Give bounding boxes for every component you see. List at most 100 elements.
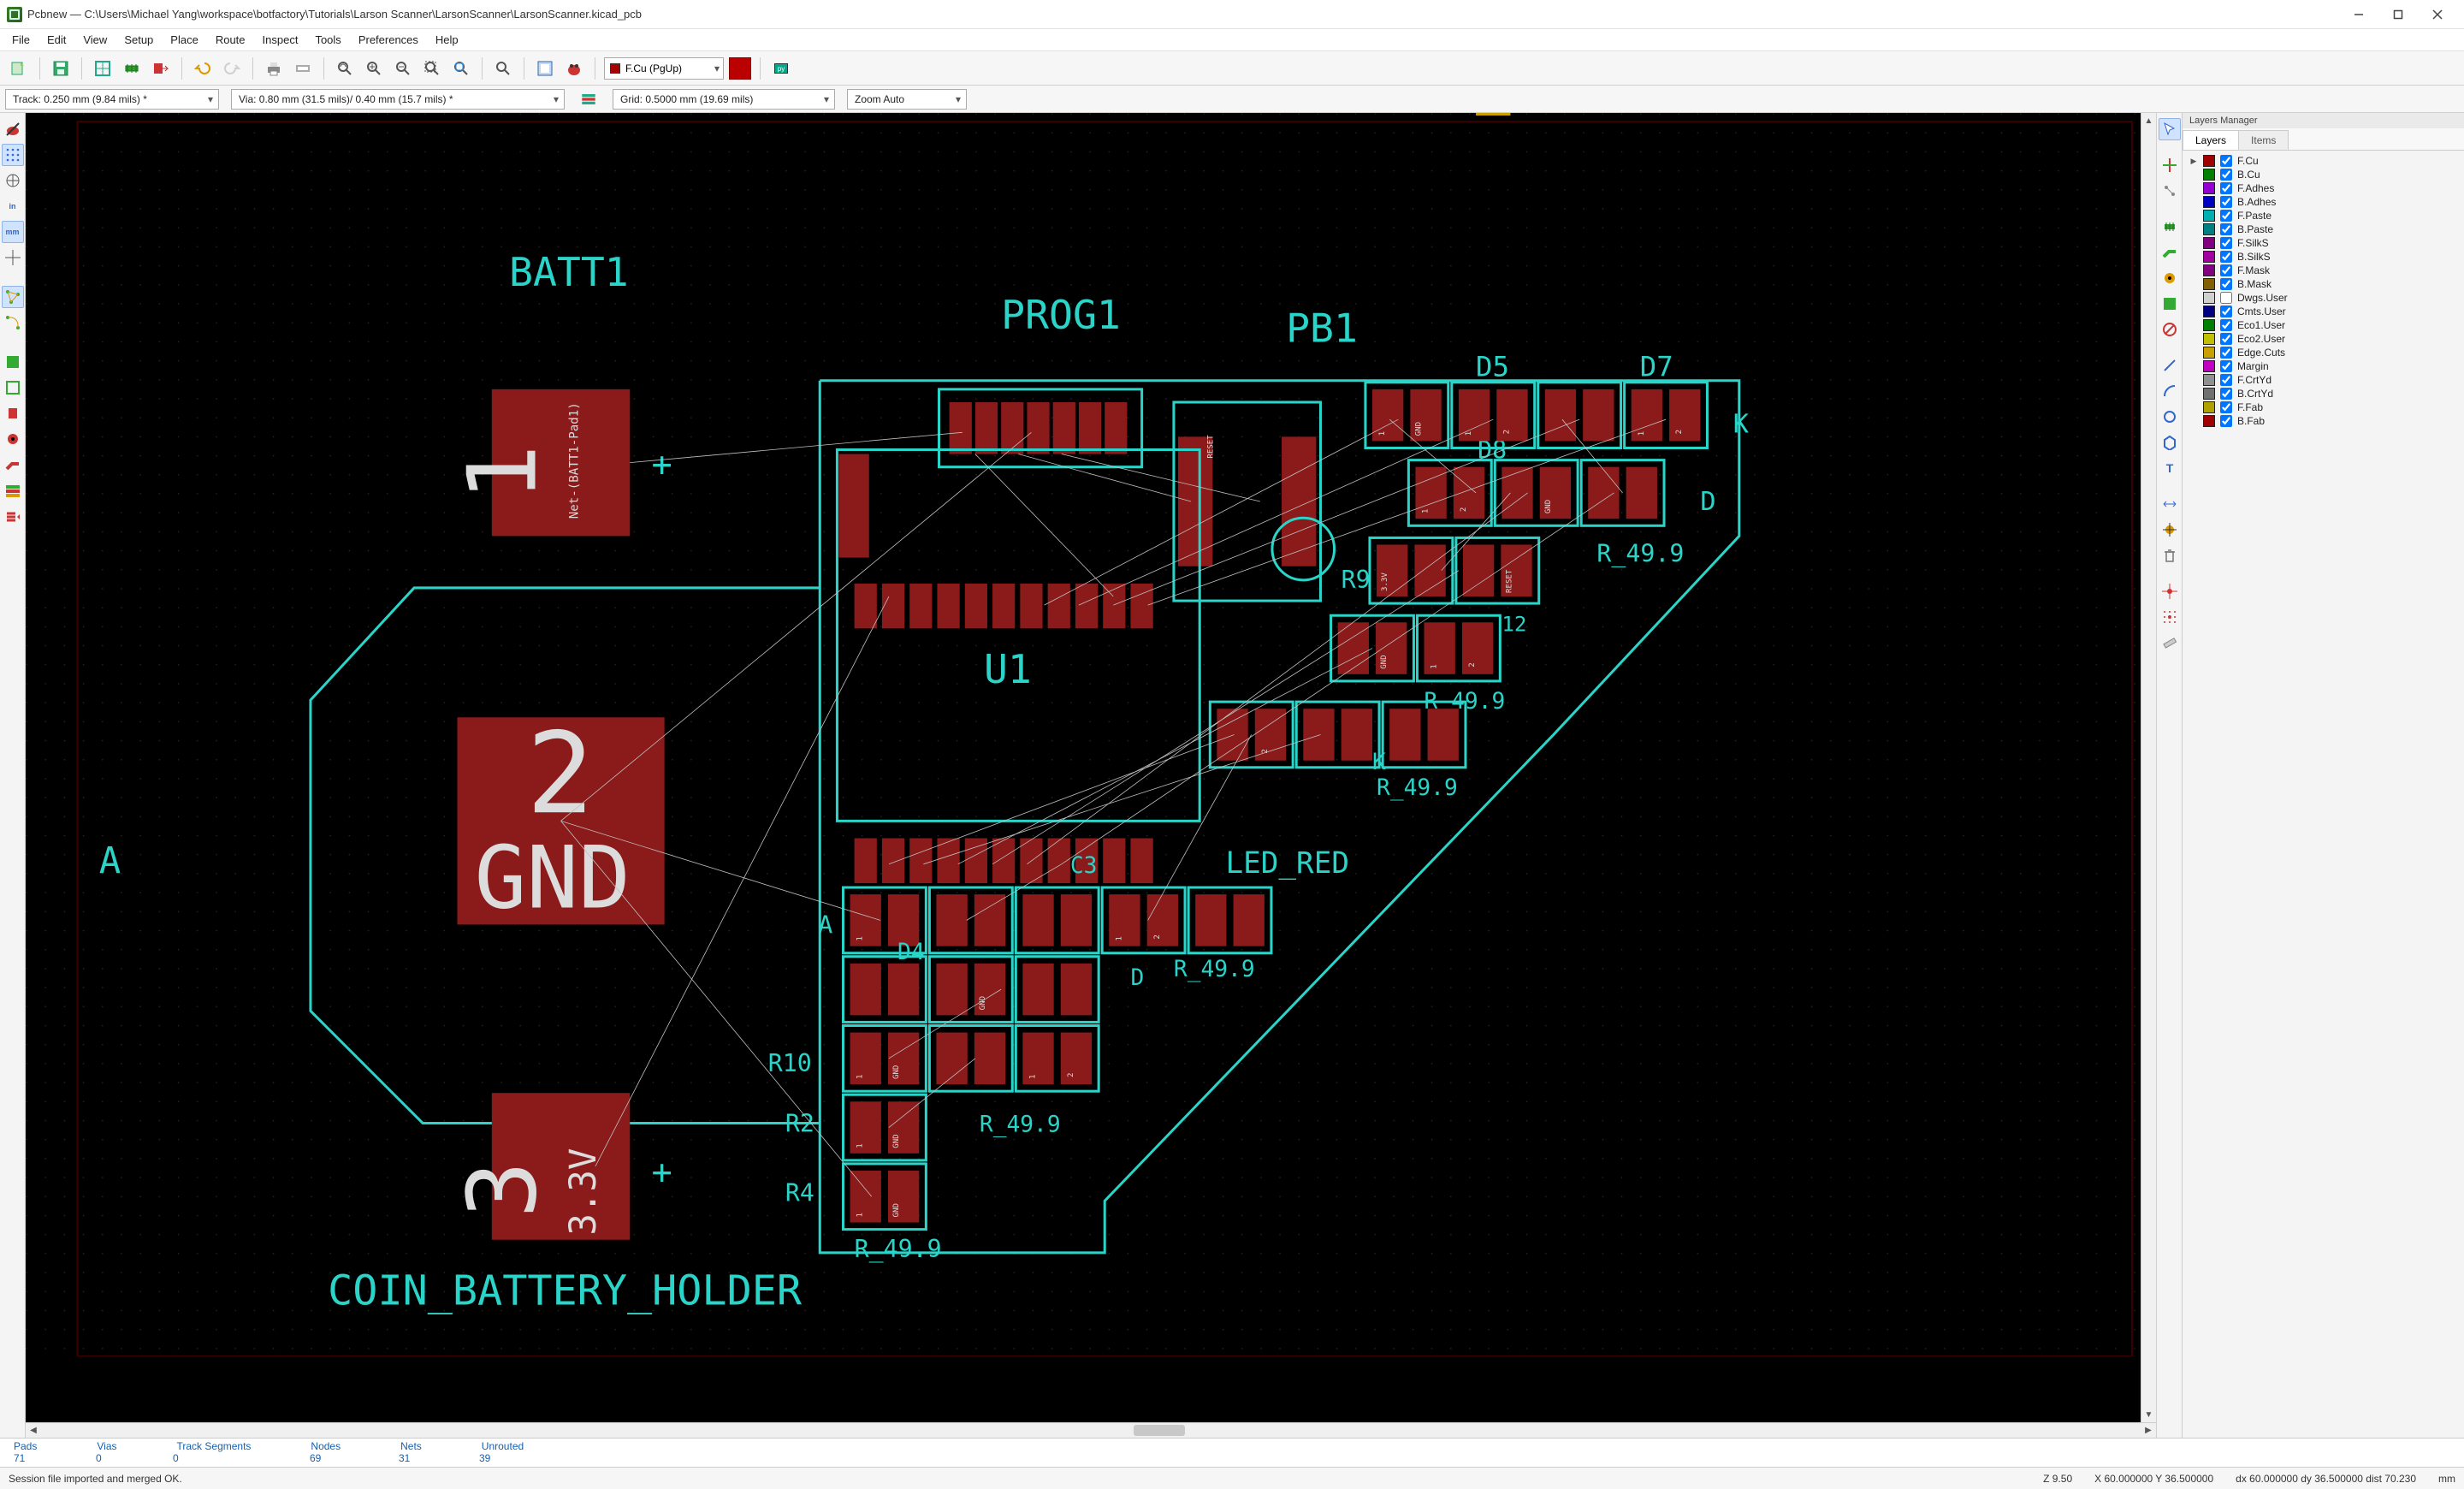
add-via-button[interactable] — [2159, 267, 2181, 289]
grid-origin-button[interactable] — [2159, 606, 2181, 628]
menu-setup[interactable]: Setup — [116, 31, 162, 49]
layer-color-swatch[interactable] — [2203, 319, 2215, 331]
undo-button[interactable] — [191, 56, 215, 80]
layer-row-f-adhes[interactable]: F.Adhes — [2188, 181, 2459, 195]
layer-color-swatch[interactable] — [2203, 196, 2215, 208]
layer-row-b-mask[interactable]: B.Mask — [2188, 277, 2459, 291]
layer-row-b-fab[interactable]: B.Fab — [2188, 414, 2459, 428]
zoom-combo[interactable]: Zoom Auto — [847, 89, 967, 110]
draw-polygon-button[interactable] — [2159, 431, 2181, 454]
layer-visibility-checkbox[interactable] — [2220, 264, 2232, 276]
set-origin-button[interactable] — [2159, 580, 2181, 602]
print-button[interactable] — [262, 56, 286, 80]
layer-visibility-checkbox[interactable] — [2220, 374, 2232, 386]
maximize-button[interactable] — [2378, 0, 2418, 29]
layer-row-f-paste[interactable]: F.Paste — [2188, 209, 2459, 222]
measure-button[interactable] — [2159, 632, 2181, 654]
layer-visibility-checkbox[interactable] — [2220, 360, 2232, 372]
layer-row-b-paste[interactable]: B.Paste — [2188, 222, 2459, 236]
layer-visibility-checkbox[interactable] — [2220, 347, 2232, 359]
show-filled-zones-button[interactable] — [2, 351, 24, 373]
auto-track-width-button[interactable] — [577, 87, 601, 111]
close-button[interactable] — [2418, 0, 2457, 29]
layer-color-swatch[interactable] — [2203, 155, 2215, 167]
layer-color-swatch[interactable] — [2203, 210, 2215, 222]
add-target-button[interactable] — [2159, 519, 2181, 541]
menu-edit[interactable]: Edit — [38, 31, 74, 49]
layer-color-swatch[interactable] — [2203, 360, 2215, 372]
layer-visibility-checkbox[interactable] — [2220, 388, 2232, 400]
save-button[interactable] — [49, 56, 73, 80]
tab-items[interactable]: Items — [2238, 130, 2289, 150]
add-zone-button[interactable] — [2159, 293, 2181, 315]
layer-row-eco1-user[interactable]: Eco1.User — [2188, 318, 2459, 332]
cursor-shape-button[interactable] — [2, 246, 24, 269]
route-track-button[interactable] — [2159, 241, 2181, 264]
layer-row-b-adhes[interactable]: B.Adhes — [2188, 195, 2459, 209]
layer-visibility-checkbox[interactable] — [2220, 333, 2232, 345]
drc-button[interactable] — [562, 56, 586, 80]
menu-inspect[interactable]: Inspect — [254, 31, 307, 49]
layer-visibility-checkbox[interactable] — [2220, 237, 2232, 249]
layer-visibility-checkbox[interactable] — [2220, 278, 2232, 290]
units-inch-button[interactable]: in — [2, 195, 24, 217]
add-keepout-button[interactable] — [2159, 318, 2181, 341]
layer-row-edge-cuts[interactable]: Edge.Cuts — [2188, 346, 2459, 359]
layer-color-swatch[interactable] — [2203, 182, 2215, 194]
curved-ratsnest-button[interactable] — [2, 311, 24, 334]
track-display-button[interactable] — [2, 454, 24, 476]
layer-color-swatch[interactable] — [2203, 401, 2215, 413]
pcb-canvas[interactable]: A BATT1 PROG1 PB1 U1 COIN_BATTERY_HOLDER… — [26, 113, 2141, 1422]
layer-color-swatch[interactable] — [2203, 333, 2215, 345]
layer-row-dwgs-user[interactable]: Dwgs.User — [2188, 291, 2459, 305]
layer-pair-button[interactable] — [729, 57, 751, 80]
zoom-fit-button[interactable] — [420, 56, 444, 80]
layer-visibility-checkbox[interactable] — [2220, 223, 2232, 235]
layer-row-f-fab[interactable]: F.Fab — [2188, 400, 2459, 414]
plot-button[interactable] — [291, 56, 315, 80]
layer-visibility-checkbox[interactable] — [2220, 415, 2232, 427]
new-board-button[interactable] — [7, 56, 31, 80]
menu-preferences[interactable]: Preferences — [350, 31, 427, 49]
add-dimension-button[interactable] — [2159, 493, 2181, 515]
units-mm-button[interactable]: mm — [2, 221, 24, 243]
layer-visibility-checkbox[interactable] — [2220, 196, 2232, 208]
track-width-combo[interactable]: Track: 0.250 mm (9.84 mils) * — [5, 89, 219, 110]
layer-color-swatch[interactable] — [2203, 278, 2215, 290]
delete-button[interactable] — [2159, 544, 2181, 567]
menu-route[interactable]: Route — [207, 31, 254, 49]
minimize-button[interactable] — [2339, 0, 2378, 29]
layers-manager-toggle-button[interactable] — [2, 505, 24, 527]
show-zone-outlines-button[interactable] — [2, 377, 24, 399]
highlight-net-button[interactable] — [2159, 154, 2181, 176]
draw-arc-button[interactable] — [2159, 380, 2181, 402]
layer-row-f-crtyd[interactable]: F.CrtYd — [2188, 373, 2459, 387]
layer-color-swatch[interactable] — [2203, 264, 2215, 276]
layer-visibility-checkbox[interactable] — [2220, 306, 2232, 317]
grid-combo[interactable]: Grid: 0.5000 mm (19.69 mils) — [613, 89, 835, 110]
add-text-button[interactable]: T — [2159, 457, 2181, 479]
show-grid-button[interactable] — [2, 144, 24, 166]
footprint-wizard-button[interactable] — [533, 56, 557, 80]
layer-color-swatch[interactable] — [2203, 374, 2215, 386]
contrast-mode-button[interactable] — [2, 479, 24, 501]
menu-place[interactable]: Place — [162, 31, 207, 49]
horizontal-scrollbar[interactable]: ◀▶ — [26, 1422, 2156, 1438]
layer-color-swatch[interactable] — [2203, 169, 2215, 181]
tab-layers[interactable]: Layers — [2183, 130, 2239, 150]
layer-visibility-checkbox[interactable] — [2220, 251, 2232, 263]
footprint-editor-button[interactable] — [120, 56, 144, 80]
draw-circle-button[interactable] — [2159, 406, 2181, 428]
layer-color-swatch[interactable] — [2203, 223, 2215, 235]
layer-row-eco2-user[interactable]: Eco2.User — [2188, 332, 2459, 346]
layer-color-swatch[interactable] — [2203, 347, 2215, 359]
draw-line-button[interactable] — [2159, 354, 2181, 377]
zoom-in-button[interactable] — [362, 56, 386, 80]
layer-row-f-silks[interactable]: F.SilkS — [2188, 236, 2459, 250]
via-size-combo[interactable]: Via: 0.80 mm (31.5 mils)/ 0.40 mm (15.7 … — [231, 89, 565, 110]
zoom-redraw-button[interactable] — [333, 56, 357, 80]
layer-visibility-checkbox[interactable] — [2220, 210, 2232, 222]
layer-visibility-checkbox[interactable] — [2220, 292, 2232, 304]
scripting-button[interactable]: py — [769, 56, 793, 80]
board-setup-button[interactable] — [91, 56, 115, 80]
